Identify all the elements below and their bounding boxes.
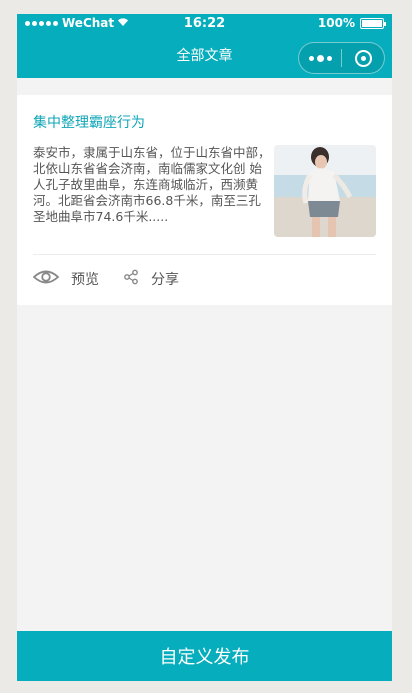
article-card[interactable]: 集中整理霸座行为 泰安市，隶属于山东省，位于山东省中部，北依山东省省会济南，南临…	[17, 95, 392, 305]
status-right: 100%	[317, 16, 386, 30]
share-label: 分享	[151, 272, 179, 288]
close-miniapp-button[interactable]	[342, 49, 384, 67]
article-description: 泰安市，隶属于山东省，位于山东省中部，北依山东省省会济南，南临儒家文化创 始人孔…	[33, 145, 271, 224]
share-icon	[123, 269, 139, 289]
share-button[interactable]: 分享	[123, 269, 179, 289]
custom-publish-button[interactable]: 自定义发布	[17, 631, 392, 681]
phone-frame: WeChat 16:22 100% 全部文章 集中整理霸座行为 泰安市，隶属于山…	[17, 14, 392, 681]
eye-icon	[32, 269, 60, 289]
article-thumbnail[interactable]	[274, 145, 376, 237]
status-bar: WeChat 16:22 100%	[17, 14, 392, 34]
preview-button[interactable]: 预览	[32, 269, 99, 289]
preview-label: 预览	[71, 272, 99, 288]
card-divider	[33, 254, 376, 255]
battery-percent: 100%	[317, 16, 355, 30]
more-button[interactable]	[299, 54, 341, 62]
target-icon	[354, 49, 372, 67]
battery-icon	[360, 17, 386, 29]
more-dot-icon	[326, 55, 332, 61]
miniapp-capsule	[298, 42, 385, 74]
card-actions: 预览 分享	[32, 269, 203, 289]
more-dot-icon	[316, 54, 324, 62]
header: WeChat 16:22 100% 全部文章	[17, 14, 392, 78]
article-title[interactable]: 集中整理霸座行为	[33, 112, 145, 132]
more-dot-icon	[308, 55, 314, 61]
